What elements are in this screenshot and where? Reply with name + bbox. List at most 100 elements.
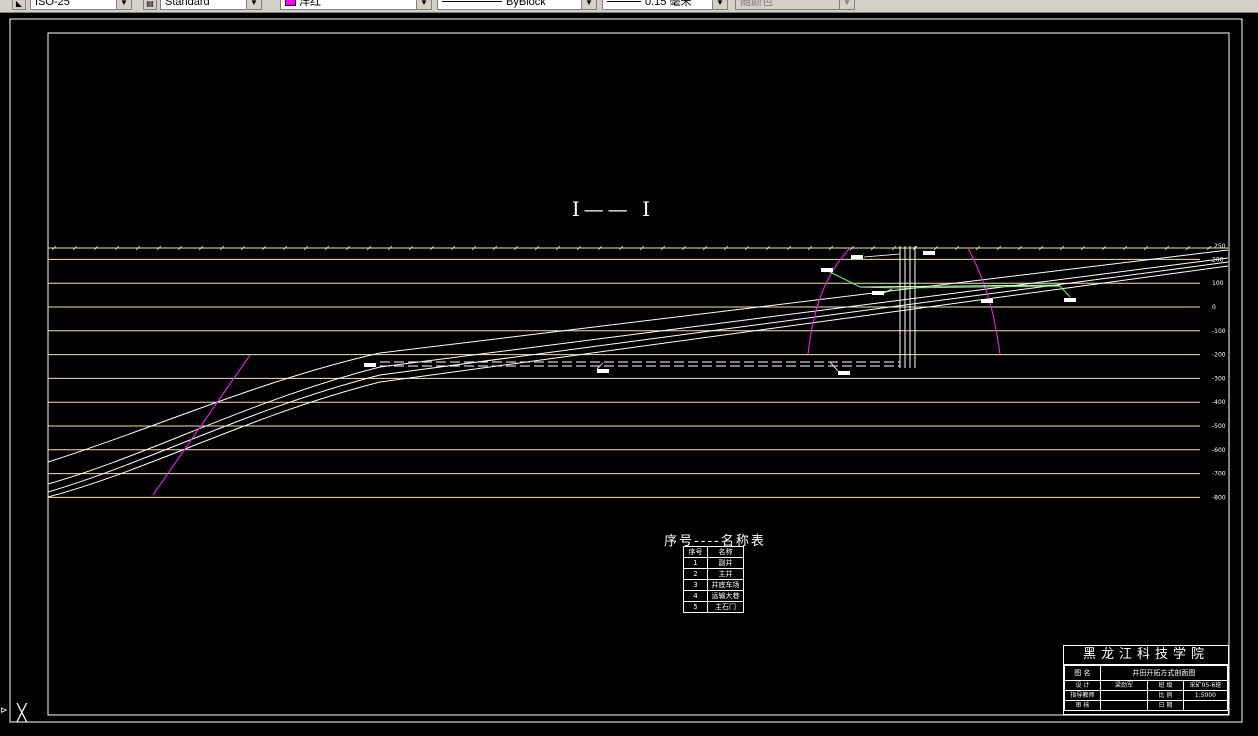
label-tag: [821, 268, 833, 272]
coal-seam: [47, 261, 1229, 493]
fault-middle: [807, 247, 851, 355]
section-title: I—— I: [572, 197, 654, 221]
title-block-cell: 图 名: [1064, 665, 1101, 681]
title-block-row: 图 名井田开拓方式剖面图: [1064, 665, 1229, 681]
title-block-cell: [1182, 700, 1229, 711]
table-cell: 副井: [707, 557, 744, 569]
table-row: 4 运输大巷: [683, 590, 744, 602]
table-row: 5 主石门: [683, 601, 744, 613]
title-block-cell: [1099, 690, 1149, 701]
elevation-label: 100: [1212, 280, 1224, 287]
title-block-cell: 比 例: [1147, 690, 1184, 701]
title-block: 黑龙江科技学院 图 名井田开拓方式剖面图设 计梁劲军班 级采矿05-6班 指导教师…: [1063, 645, 1229, 715]
inner-frame: [47, 32, 1230, 716]
textstyle-icon[interactable]: ▤: [143, 0, 157, 10]
title-block-row: 设 计梁劲军班 级采矿05-6班: [1064, 680, 1229, 691]
title-block-cell: 采矿05-6班: [1182, 680, 1229, 691]
color-swatch: [285, 0, 296, 6]
drawing-canvas[interactable]: 2001000-100-200-300-400-500-600-700-8002…: [0, 13, 1258, 736]
label-tag: [981, 299, 993, 303]
color-value: 洋红: [299, 0, 321, 8]
title-block-row: 指导教师 比 例 1:5000: [1064, 690, 1229, 701]
coal-seam: [47, 265, 1229, 498]
label-tag: [923, 251, 935, 255]
elevation-label: -500: [1212, 423, 1226, 430]
textstyle-combo[interactable]: Standard ▼: [160, 0, 262, 10]
dimstyle-combo[interactable]: ISO-25 ▼: [30, 0, 132, 10]
coal-seams: [47, 249, 1229, 498]
elevation-label: -600: [1212, 447, 1226, 454]
dimstyle-value: ISO-25: [35, 0, 70, 8]
lineweight-value: 0.15 毫米: [645, 0, 692, 8]
label-tag: [1064, 298, 1076, 302]
elevation-label: -200: [1212, 352, 1226, 359]
title-block-cell: 日 期: [1147, 700, 1184, 711]
title-block-cell: 井田开拓方式剖面图: [1099, 665, 1229, 681]
elevation-label: -100: [1212, 328, 1226, 335]
table-cell: 1: [683, 557, 708, 569]
label-tag: [597, 369, 609, 373]
table-cell: 运输大巷: [707, 590, 744, 602]
chevron-down-icon[interactable]: ▼: [416, 0, 431, 9]
outer-frame: [9, 18, 1243, 723]
title-block-grid: 图 名井田开拓方式剖面图设 计梁劲军班 级采矿05-6班 指导教师比 例 1:500…: [1064, 665, 1229, 711]
title-block-cell: 设 计: [1064, 680, 1101, 691]
table-header-row: 序号 名称: [683, 546, 744, 558]
table-row: 2 主井: [683, 568, 744, 580]
elevation-grid: [48, 245, 1228, 498]
ucs-icon: ╳: [17, 703, 27, 722]
properties-toolbar: ◣ ISO-25 ▼ ▤ Standard ▼ 洋红 ▼ ByBlock ▼ 0…: [0, 0, 1258, 13]
table-row: 1 副井: [683, 557, 744, 569]
lineweight-preview: [607, 1, 641, 2]
table-cell: 井底车场: [707, 579, 744, 591]
table-cell: 名称: [707, 546, 744, 558]
leader-line: [863, 253, 901, 258]
label-tag: [364, 363, 376, 367]
textstyle-value: Standard: [165, 0, 210, 8]
chevron-down-icon[interactable]: ▼: [712, 0, 727, 9]
elevation-labels: 2001000-100-200-300-400-500-600-700-8002…: [1212, 243, 1226, 501]
table-row: 3 井底车场: [683, 579, 744, 591]
label-tag: [838, 371, 850, 375]
elevation-label: -800: [1212, 494, 1226, 501]
lineweight-combo[interactable]: 0.15 毫米 ▼: [602, 0, 728, 10]
title-block-cell: 指导教师: [1064, 690, 1101, 701]
chevron-down-icon[interactable]: ▼: [246, 0, 261, 9]
elevation-top-label: 250: [1214, 243, 1226, 250]
chevron-down-icon[interactable]: ▼: [581, 0, 596, 9]
faults: [152, 247, 1001, 496]
title-block-row: 审 核日 期: [1064, 700, 1229, 711]
elevation-label: -400: [1212, 399, 1226, 406]
linetype-value: ByBlock: [506, 0, 546, 8]
dimstyle-icon[interactable]: ◣: [12, 0, 26, 10]
title-block-cell: 1:5000: [1182, 690, 1229, 701]
elevation-label: -700: [1212, 471, 1226, 478]
linetype-preview: [442, 1, 502, 2]
color-combo[interactable]: 洋红 ▼: [280, 0, 432, 10]
title-block-cell: 梁劲军: [1099, 680, 1149, 691]
table-cell: 主井: [707, 568, 744, 580]
title-block-cell: [1099, 700, 1149, 711]
elevation-label: 0: [1212, 304, 1216, 311]
plotstyle-value: 随颜色: [740, 0, 773, 8]
ucs-arrow-icon: ⊳: [0, 706, 8, 716]
table-cell: 序号: [683, 546, 708, 558]
elevation-label: -300: [1212, 375, 1226, 382]
drawing-frame: [9, 18, 1243, 723]
chevron-down-icon[interactable]: ▼: [116, 0, 131, 9]
label-tag: [851, 255, 863, 259]
coal-seam: [47, 249, 1229, 463]
plotstyle-combo: 随颜色 ▼: [735, 0, 855, 10]
table-cell: 3: [683, 579, 708, 591]
table-cell: 2: [683, 568, 708, 580]
title-block-cell: 审 核: [1064, 700, 1101, 711]
name-table: 序号 名称 1 副井 2 主井 3 井底车场 4 运输大巷 5 主石门: [683, 546, 744, 613]
label-tag: [872, 291, 884, 295]
table-cell: 4: [683, 590, 708, 602]
table-cell: 主石门: [707, 601, 744, 613]
table-cell: 5: [683, 601, 708, 613]
linetype-combo[interactable]: ByBlock ▼: [437, 0, 597, 10]
chevron-down-icon: ▼: [839, 0, 854, 9]
title-block-cell: 班 级: [1147, 680, 1184, 691]
school-name: 黑龙江科技学院: [1064, 646, 1228, 665]
